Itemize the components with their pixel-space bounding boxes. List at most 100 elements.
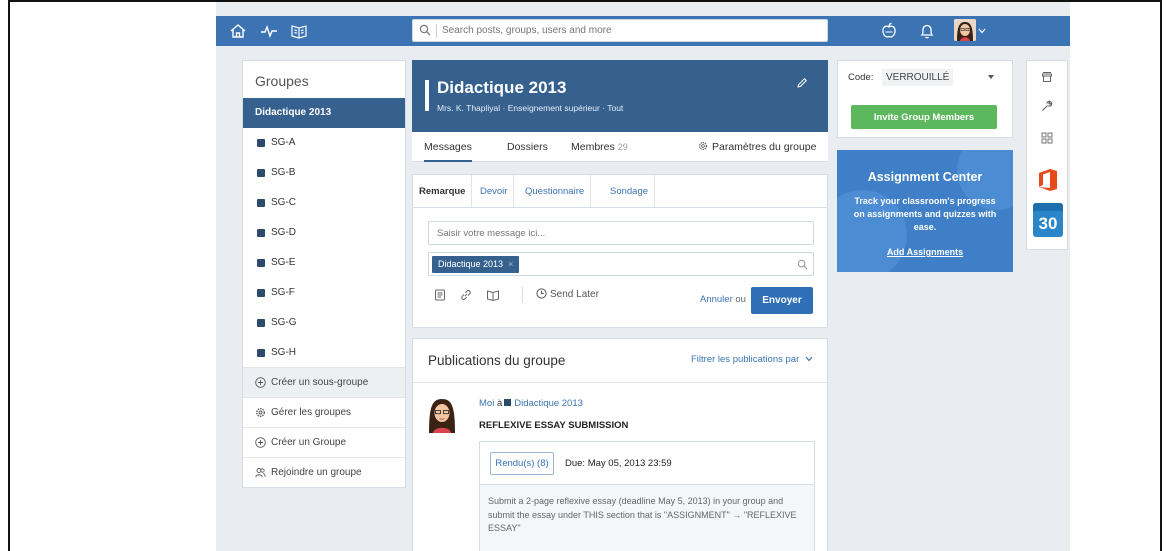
calendar-day: 30 [1038,214,1058,233]
link-icon[interactable] [459,288,473,302]
search-bar [412,19,828,42]
calendar-rings [1033,203,1063,211]
assignment-description: Submit a 2-page reflexive essay (deadlin… [480,484,814,551]
manage-groups-label: Gérer les groupes [271,407,352,418]
clock-icon [536,288,547,299]
send-later-button[interactable]: Send Later [536,288,599,300]
groups-title: Groupes [255,73,309,89]
subgroup-item[interactable]: SG-D [243,218,405,248]
assignment-box: Rendu(s) (8) Due: May 05, 2013 23:59 Sub… [479,441,815,551]
file-icon[interactable] [433,288,447,302]
plus-circle-icon [255,437,266,448]
apple-icon[interactable] [880,22,898,40]
search-input[interactable] [442,22,822,39]
tab-assignment[interactable]: Devoir [474,175,515,207]
subgroup-label: SG-G [271,317,297,328]
tab-messages[interactable]: Messages [424,141,472,162]
cancel-label: Annuler [700,294,733,305]
group-color-square [257,289,265,297]
subgroup-item[interactable]: SG-G [243,308,405,338]
create-group-button[interactable]: Créer un Groupe [243,427,405,457]
subgroup-label: SG-H [271,347,296,358]
home-icon[interactable] [229,22,247,40]
group-color-square [257,169,265,177]
code-dropdown-caret[interactable] [988,75,994,79]
groups-sidebar: Groupes Didactique 2013 SG-A SG-B SG-C S… [242,60,406,488]
subgroup-item[interactable]: SG-A [243,128,405,158]
apps-sidebar: 30 [1026,60,1068,250]
remove-recipient-button[interactable]: × [508,259,513,269]
post-meta: Moi à Didactique 2013 [479,398,583,409]
post-to-word: à [496,398,503,409]
tab-note[interactable]: Remarque [413,175,473,207]
group-title: Didactique 2013 [437,78,567,97]
filter-posts-dropdown[interactable]: Filtrer les publications par [691,354,813,365]
group-color-square [504,399,512,406]
subgroup-item[interactable]: SG-E [243,248,405,278]
users-icon [255,468,266,478]
bell-icon[interactable] [918,22,936,40]
search-icon [419,24,431,36]
store-icon[interactable] [1040,70,1054,84]
post-author-link[interactable]: Moi [479,398,494,409]
turned-in-button[interactable]: Rendu(s) (8) [490,452,554,475]
message-input[interactable] [428,221,814,245]
calendar-icon[interactable]: 30 [1033,203,1063,237]
search-divider [436,24,437,38]
post-author-avatar[interactable] [427,397,457,433]
screenshot-frame: Groupes Didactique 2013 SG-A SG-B SG-C S… [8,0,1162,551]
cancel-or-text: ou [735,294,746,305]
plus-circle-icon [255,377,266,388]
page-margin-left [10,2,216,551]
invite-members-button[interactable]: Invite Group Members [851,105,997,129]
wrench-icon[interactable] [1040,99,1054,113]
post-group-link[interactable]: Didactique 2013 [514,398,583,409]
tab-settings[interactable]: Paramètres du groupe [698,141,816,153]
composer-tabs: Remarque Devoir Questionnaire Sondage [413,175,827,208]
posts-title: Publications du groupe [428,353,566,368]
cancel-link[interactable]: Annuler ou [700,294,746,305]
recipient-field[interactable]: Didactique 2013 × [428,252,814,276]
tab-folders[interactable]: Dossiers [507,141,548,153]
office-icon[interactable] [1035,167,1061,193]
recipient-chip[interactable]: Didactique 2013 × [432,256,520,273]
subgroup-label: SG-A [271,137,296,148]
tab-settings-label: Paramètres du groupe [712,141,817,153]
group-subtitle: Mrs. K. Thapliyal · Enseignement supérie… [437,103,624,113]
gear-icon [256,408,265,417]
pencil-icon[interactable] [796,77,808,89]
post-composer: Remarque Devoir Questionnaire Sondage Di… [412,174,828,328]
tab-poll[interactable]: Sondage [604,175,656,207]
tab-messages-label: Messages [424,141,472,153]
manage-groups-button[interactable]: Gérer les groupes [243,397,405,427]
posts-divider [413,382,827,383]
apps-grid-icon[interactable] [1040,131,1054,145]
code-value: VERROUILLÉ [882,69,954,86]
group-color-square [257,229,265,237]
code-label: Code: [848,72,874,83]
gear-icon [698,141,708,151]
filter-label: Filtrer les publications par [691,354,800,365]
user-avatar[interactable] [954,19,976,41]
tab-quiz[interactable]: Questionnaire [519,175,592,207]
tab-members[interactable]: Membres 29 [571,141,628,153]
sidebar-item-didactique-2013[interactable]: Didactique 2013 [243,98,405,128]
assignment-center-title: Assignment Center [867,170,983,184]
subgroup-item[interactable]: SG-F [243,278,405,308]
library-icon[interactable] [486,288,500,302]
create-subgroup-button[interactable]: Créer un sous-groupe [243,367,405,397]
group-color-square [257,319,265,327]
subgroup-item[interactable]: SG-B [243,158,405,188]
add-assignments-link[interactable]: Add Assignments [837,247,1013,257]
group-posts: Publications du groupe Filtrer les publi… [412,338,828,551]
subgroup-label: SG-C [271,197,296,208]
group-color-square [257,259,265,267]
chevron-down-icon[interactable] [978,28,986,34]
subgroup-item[interactable]: SG-H [243,338,405,368]
subgroup-label: SG-B [271,167,296,178]
send-button[interactable]: Envoyer [751,287,813,314]
book-icon[interactable] [290,22,308,40]
activity-icon[interactable] [260,22,278,40]
subgroup-item[interactable]: SG-C [243,188,405,218]
join-group-button[interactable]: Rejoindre un groupe [243,457,405,487]
